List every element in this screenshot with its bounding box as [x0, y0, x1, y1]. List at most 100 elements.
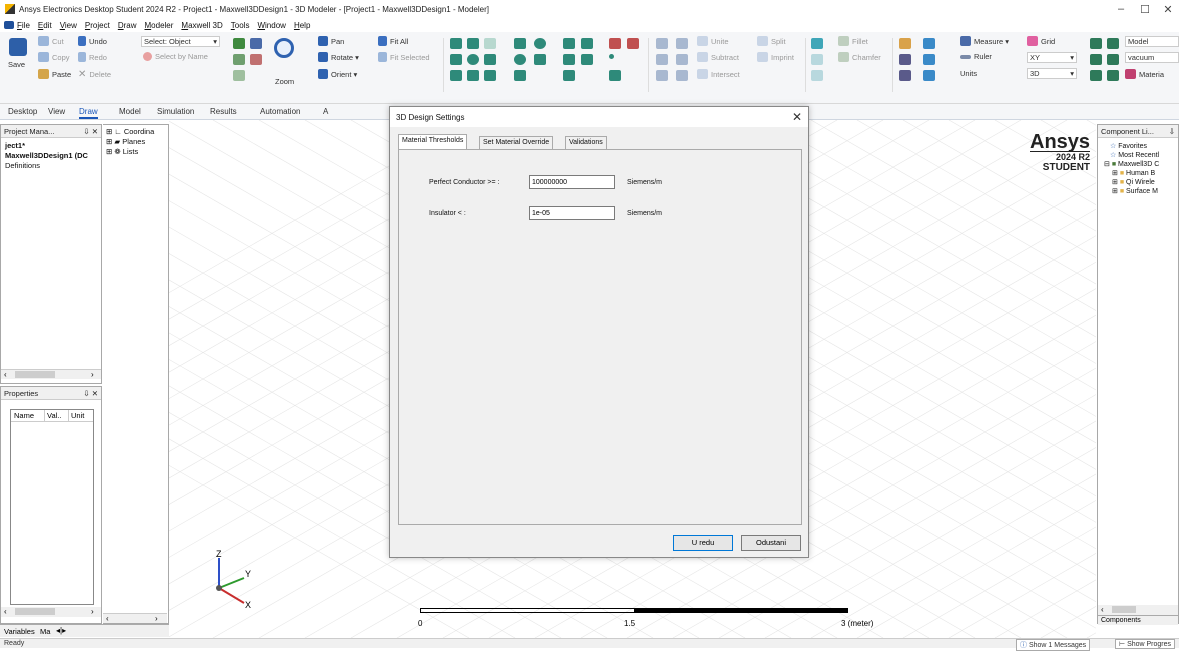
menu-tools[interactable]: Tools: [231, 21, 250, 30]
delete-button[interactable]: ✕ Delete: [78, 69, 111, 80]
snap-center-icon[interactable]: [1090, 70, 1102, 81]
draw-helix-icon[interactable]: [484, 38, 496, 49]
scroll-right-icon[interactable]: ›: [155, 614, 158, 623]
tab-simulation[interactable]: Simulation: [157, 107, 194, 116]
snap-vertex-icon[interactable]: [1107, 38, 1119, 49]
unite-button[interactable]: Unite: [697, 36, 729, 46]
horizontal-scrollbar[interactable]: ‹ ›: [103, 613, 167, 623]
horizontal-scrollbar[interactable]: ‹ ›: [1, 369, 101, 379]
tab-components[interactable]: Components: [1098, 615, 1178, 625]
expand-icon[interactable]: ⊞: [1112, 170, 1118, 177]
library-item-most-recent[interactable]: ☆ Most Recentl: [1104, 151, 1172, 160]
show-messages-button[interactable]: ⓘ Show 1 Messages: [1016, 639, 1091, 651]
design-node[interactable]: Maxwell3DDesign1 (DC: [5, 151, 97, 161]
library-item-human-body[interactable]: ⊞ ■ Human B: [1104, 169, 1172, 178]
menu-view[interactable]: View: [60, 21, 77, 30]
fit-all-button[interactable]: Fit All: [378, 36, 408, 46]
expand-icon[interactable]: ⊞: [106, 137, 112, 146]
draw-point-icon[interactable]: [609, 54, 614, 59]
pan-button[interactable]: Pan: [318, 36, 344, 46]
tab-scroll-arrows-icon[interactable]: ◂|▸: [56, 626, 66, 635]
cover-icon[interactable]: [676, 54, 688, 65]
zoom-button[interactable]: Zoom: [275, 77, 294, 86]
chamfer-button[interactable]: Chamfer: [838, 52, 881, 62]
ruler-button[interactable]: Ruler: [960, 52, 992, 61]
units-button[interactable]: Units: [960, 69, 977, 78]
save-button[interactable]: Save: [8, 60, 25, 69]
expand-icon[interactable]: ⊞: [1112, 179, 1118, 186]
draw-equation-curve-icon[interactable]: [534, 54, 546, 65]
draw-equation-based-curve-icon[interactable]: [581, 54, 593, 65]
redo-button[interactable]: Redo: [78, 52, 107, 62]
scroll-left-icon[interactable]: ‹: [4, 607, 7, 616]
snap-face-icon[interactable]: [1107, 54, 1119, 65]
cut-button[interactable]: Cut: [38, 36, 64, 46]
object-cs-icon[interactable]: [923, 54, 935, 65]
tab-overflow[interactable]: A: [323, 107, 328, 116]
split-button[interactable]: Split: [757, 36, 786, 46]
horizontal-scrollbar[interactable]: ‹: [1098, 605, 1178, 615]
draw-user-defined-icon[interactable]: [627, 38, 639, 49]
tree-item-planes[interactable]: ⊞ ▰ Planes: [106, 137, 165, 147]
select-edge-icon[interactable]: [233, 54, 245, 65]
menu-help[interactable]: Help: [294, 21, 310, 30]
select-all-icon[interactable]: [233, 70, 245, 81]
paste-button[interactable]: Paste: [38, 69, 71, 79]
menu-draw[interactable]: Draw: [118, 21, 137, 30]
tab-desktop[interactable]: Desktop: [8, 107, 37, 116]
scale-icon[interactable]: [811, 70, 823, 81]
fillet-button[interactable]: Fillet: [838, 36, 868, 46]
tab-view[interactable]: View: [48, 107, 65, 116]
tab-variables[interactable]: Variables: [4, 627, 35, 636]
move-icon[interactable]: [811, 38, 823, 49]
draw-bondwire-icon[interactable]: [467, 70, 479, 81]
minimize-button[interactable]: –: [1110, 3, 1132, 15]
panel-pin-close-icon[interactable]: ⇩ ✕: [83, 389, 98, 398]
expand-icon[interactable]: ⊞: [1112, 188, 1118, 195]
dialog-close-button[interactable]: ✕: [792, 110, 802, 124]
cancel-button[interactable]: Odustani: [741, 535, 801, 551]
face-cs-icon[interactable]: [923, 38, 935, 49]
orient-button[interactable]: Orient ▾: [318, 69, 357, 79]
panel-pin-close-icon[interactable]: ⇩ ✕: [83, 127, 98, 136]
scrollbar-thumb[interactable]: [1112, 606, 1136, 613]
library-item-maxwell3d[interactable]: ⊟ ■ Maxwell3D C: [1104, 160, 1172, 169]
menu-window[interactable]: Window: [257, 21, 285, 30]
tab-materials[interactable]: Ma: [40, 627, 50, 636]
definitions-node[interactable]: Definitions: [5, 161, 97, 171]
project-node[interactable]: ject1*: [5, 141, 97, 151]
scrollbar-thumb[interactable]: [15, 608, 55, 615]
coordinate-system-icon[interactable]: [899, 54, 911, 65]
tree-item-lists[interactable]: ⊞ ❁ Lists: [106, 147, 165, 157]
rotate-button[interactable]: Rotate ▾: [318, 52, 359, 62]
tab-model[interactable]: Model: [119, 107, 141, 116]
select-vertex-icon[interactable]: [250, 54, 262, 65]
snap-grid-icon[interactable]: [1090, 38, 1102, 49]
tab-results[interactable]: Results: [210, 107, 237, 116]
intersect-button[interactable]: Intersect: [697, 69, 740, 79]
copy-button[interactable]: Copy: [38, 52, 70, 62]
draw-box-icon[interactable]: [450, 38, 462, 49]
library-item-qi-wireless[interactable]: ⊞ ■ Qi Wirele: [1104, 178, 1172, 187]
draw-angular-arc-icon[interactable]: [563, 70, 575, 81]
rotate-object-icon[interactable]: [811, 54, 823, 65]
horizontal-scrollbar[interactable]: ‹ ›: [1, 607, 101, 617]
thicken-icon[interactable]: [676, 38, 688, 49]
collapse-icon[interactable]: ⊟: [1104, 161, 1110, 168]
material-button[interactable]: Materia: [1125, 69, 1164, 79]
menu-modeler[interactable]: Modeler: [145, 21, 174, 30]
library-item-favorites[interactable]: ☆ Favorites: [1104, 142, 1172, 151]
draw-sketch-icon[interactable]: [484, 70, 496, 81]
draw-spline-icon[interactable]: [563, 54, 575, 65]
draw-arc-icon[interactable]: [581, 38, 593, 49]
column-header-unit[interactable]: Unit: [69, 410, 86, 421]
close-button[interactable]: ✕: [1157, 3, 1179, 16]
menu-app-icon[interactable]: [4, 21, 14, 29]
tree-item-coordinate-systems[interactable]: ⊞ ∟ Coordina: [106, 127, 165, 137]
sweep-icon[interactable]: [656, 38, 668, 49]
ok-button[interactable]: U redu: [673, 535, 733, 551]
draw-cylinder-icon[interactable]: [450, 54, 462, 65]
draw-ellipse-icon[interactable]: [514, 54, 526, 65]
tab-automation[interactable]: Automation: [260, 107, 300, 116]
draw-polygon-icon[interactable]: [514, 70, 526, 81]
